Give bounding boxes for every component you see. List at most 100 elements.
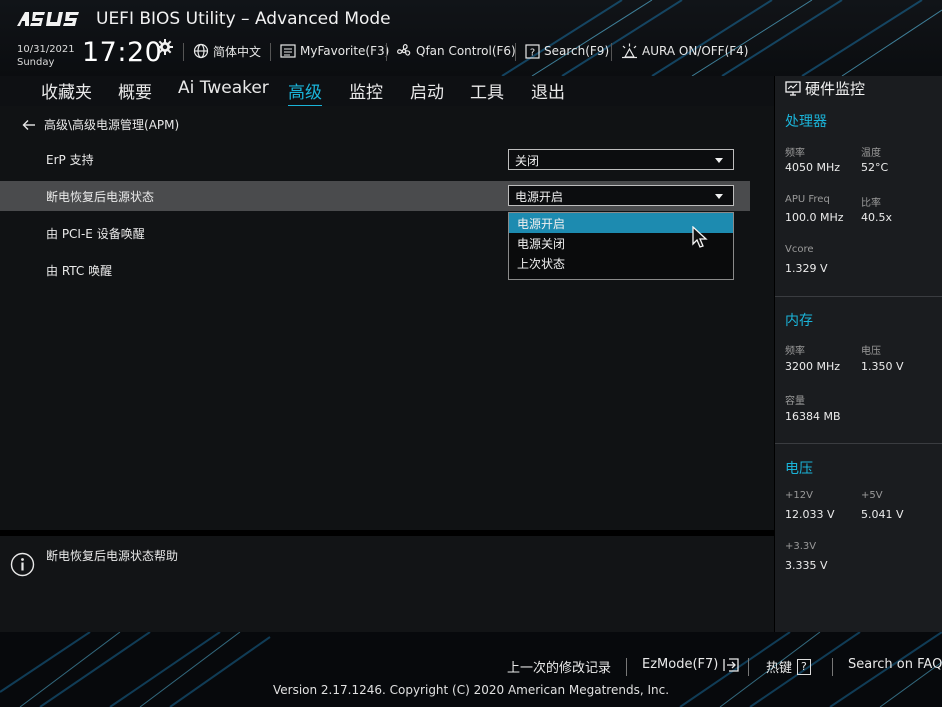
aura-toggle-button[interactable]: AURA ON/OFF(F4) [621, 42, 748, 60]
copyright-text: Version 2.17.1246. Copyright (C) 2020 Am… [272, 683, 670, 697]
apu-freq-label: APU Freq [785, 194, 830, 205]
date-text: 10/31/2021 [17, 44, 75, 55]
setting-label-pcie-wake: 由 PCI-E 设备唤醒 [46, 227, 145, 241]
ezmode-button[interactable]: EzMode(F7) [642, 657, 740, 672]
tab-ai-tweaker[interactable]: Ai Tweaker [178, 78, 269, 98]
language-button[interactable]: 简体中文 [193, 42, 261, 60]
qfan-label: Qfan Control(F6) [416, 44, 516, 58]
asus-logo [17, 12, 79, 26]
ezmode-label: EzMode(F7) [642, 657, 719, 672]
cpu-temp-value: 52°C [861, 161, 889, 174]
qfan-button[interactable]: Qfan Control(F6) [396, 42, 516, 60]
ac-power-loss-select[interactable]: 电源开启 [508, 185, 734, 206]
memory-section-title: 内存 [785, 313, 813, 329]
vcore-label: Vcore [785, 244, 814, 255]
search-button[interactable]: ? Search(F9) [525, 42, 609, 60]
hotkeys-button[interactable]: 热键 ? [766, 657, 811, 676]
erp-select[interactable]: 关闭 [508, 149, 734, 170]
breadcrumb-path: 高级\高级电源管理(APM) [44, 118, 180, 132]
cpu-temp-label: 温度 [861, 148, 881, 159]
breadcrumb: 高级\高级电源管理(APM) [22, 116, 179, 133]
section-divider [775, 443, 942, 444]
dropdown-option-label: 电源关闭 [517, 237, 566, 251]
day-text: Sunday [17, 57, 55, 68]
voltage-section-title: 电压 [785, 461, 813, 477]
svg-text:?: ? [530, 47, 535, 58]
header-separator [270, 43, 271, 61]
aura-label: AURA ON/OFF(F4) [642, 44, 749, 58]
setting-label-ac-power-loss: 断电恢复后电源状态 [46, 190, 155, 204]
fan-icon [397, 43, 411, 56]
search-faq-label: Search on FAQ [848, 657, 942, 672]
globe-icon [193, 43, 209, 59]
footer-separator [832, 658, 833, 676]
footer-separator [748, 658, 749, 676]
gear-icon[interactable] [157, 39, 173, 55]
cpu-ratio-value: 40.5x [861, 211, 893, 224]
section-divider [775, 296, 942, 297]
favorite-list-icon [280, 44, 296, 58]
hardware-monitor-title: 硬件监控 [785, 78, 865, 99]
top-header: UEFI BIOS Utility – Advanced Mode 10/31/… [0, 0, 942, 76]
header-separator [386, 43, 387, 61]
clock-time: 17:20 [82, 37, 163, 68]
help-panel: 断电恢复后电源状态帮助 [0, 536, 774, 632]
settings-panel: 高级\高级电源管理(APM) ErP 支持 关闭 断电恢复后电源状态 电源开启 … [0, 106, 774, 530]
hardware-monitor-panel: 硬件监控 处理器 频率 温度 4050 MHz 52°C APU Freq 比率… [774, 76, 942, 632]
footer-separator [626, 658, 627, 676]
exit-to-ezmode-icon [723, 657, 740, 672]
back-arrow-icon[interactable] [22, 119, 36, 131]
chevron-down-icon [715, 194, 723, 199]
help-text: 断电恢复后电源状态帮助 [46, 549, 179, 563]
tab-monitor[interactable]: 监控 [349, 78, 383, 103]
hotkey-question-icon: ? [797, 658, 811, 675]
tab-favorites[interactable]: 收藏夹 [41, 78, 92, 103]
memory-capacity-label: 容量 [785, 396, 805, 407]
search-faq-button[interactable]: Search on FAQ [848, 657, 942, 672]
mouse-pointer-icon [692, 226, 708, 248]
v12-value: 12.033 V [785, 508, 835, 521]
info-icon [10, 552, 35, 577]
memory-freq-value: 3200 MHz [785, 360, 841, 373]
v12-label: +12V [785, 490, 813, 501]
tab-tool[interactable]: 工具 [470, 78, 504, 103]
cpu-freq-value: 4050 MHz [785, 161, 841, 174]
header-separator [515, 43, 516, 61]
dropdown-option-label: 电源开启 [517, 217, 566, 231]
v5-label: +5V [861, 490, 883, 501]
dropdown-option-label: 上次状态 [517, 257, 566, 271]
hotkeys-label: 热键 [766, 661, 793, 676]
language-label: 简体中文 [213, 44, 262, 59]
monitor-icon [785, 81, 801, 96]
ac-power-loss-select-value: 电源开启 [515, 190, 564, 204]
search-label: Search(F9) [544, 44, 610, 58]
v5-value: 5.041 V [861, 508, 904, 521]
last-modified-button[interactable]: 上一次的修改记录 [507, 657, 611, 676]
aura-light-icon [622, 43, 637, 59]
last-modified-label: 上一次的修改记录 [507, 661, 612, 676]
vcore-value: 1.329 V [785, 262, 828, 275]
myfavorite-button[interactable]: MyFavorite(F3) [280, 42, 389, 60]
setting-label-erp: ErP 支持 [46, 153, 94, 167]
cpu-section-title: 处理器 [785, 114, 827, 130]
footer-bar: 上一次的修改记录 EzMode(F7) 热键 ? Search on FAQ V… [0, 632, 942, 707]
setting-row-erp[interactable]: ErP 支持 关闭 [0, 144, 750, 174]
memory-volt-value: 1.350 V [861, 360, 904, 373]
tab-boot[interactable]: 启动 [410, 78, 444, 103]
memory-capacity-value: 16384 MB [785, 410, 841, 423]
hardware-monitor-label: 硬件监控 [805, 80, 866, 98]
cpu-ratio-label: 比率 [861, 198, 881, 209]
search-help-icon: ? [525, 43, 540, 59]
v33-value: 3.335 V [785, 559, 828, 572]
tab-advanced[interactable]: 高级 [288, 78, 322, 107]
main-tab-bar: 收藏夹 概要 Ai Tweaker 高级 监控 启动 工具 退出 [0, 76, 774, 107]
tab-overview[interactable]: 概要 [118, 78, 152, 103]
memory-volt-label: 电压 [861, 346, 881, 357]
tab-exit[interactable]: 退出 [531, 78, 565, 103]
app-title: UEFI BIOS Utility – Advanced Mode [96, 9, 391, 29]
cpu-freq-label: 频率 [785, 148, 805, 159]
chevron-down-icon [715, 158, 723, 163]
dropdown-option[interactable]: 上次状态 [509, 253, 733, 273]
setting-row-ac-power-loss[interactable]: 断电恢复后电源状态 电源开启 [0, 181, 750, 211]
header-separator [183, 43, 184, 61]
